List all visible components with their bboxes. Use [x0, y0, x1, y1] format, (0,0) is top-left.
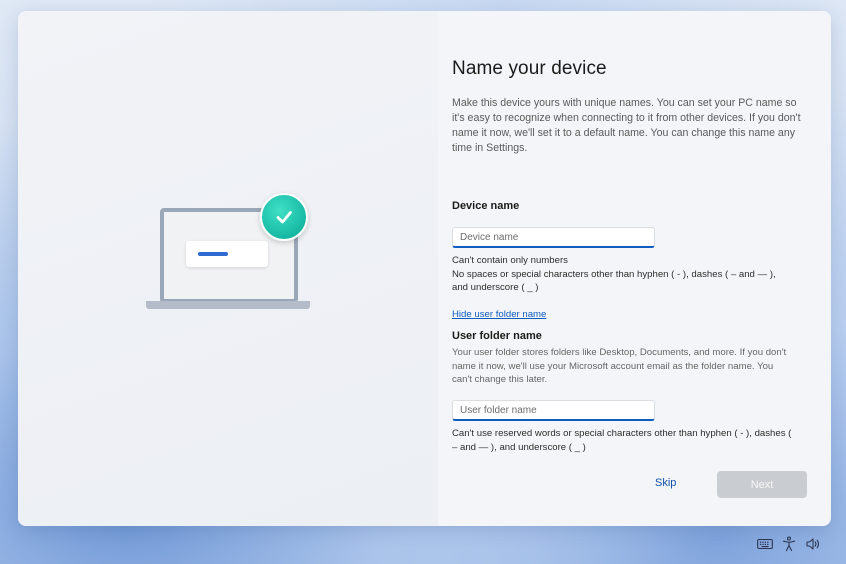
keyboard-icon[interactable]: [756, 535, 774, 553]
device-name-hint-line2: No spaces or special characters other th…: [452, 268, 776, 294]
oobe-card: Name your device Make this device yours …: [18, 11, 831, 526]
device-name-input[interactable]: [452, 227, 655, 248]
laptop-base: [146, 301, 310, 309]
tray-keyboard[interactable]: [756, 535, 774, 553]
device-name-hint-line1: Can't contain only numbers: [452, 255, 568, 266]
page-title: Name your device: [452, 58, 607, 79]
skip-button[interactable]: Skip: [655, 477, 681, 489]
user-folder-label: User folder name: [452, 330, 542, 342]
illustration-panel: [18, 11, 438, 526]
device-name-label: Device name: [452, 200, 520, 212]
checkmark-icon: [276, 211, 292, 224]
laptop-screen-card: [186, 241, 268, 267]
tray-accessibility[interactable]: [780, 535, 798, 553]
tray-volume[interactable]: [804, 535, 822, 553]
page-description: Make this device yours with unique names…: [452, 97, 801, 154]
laptop-screen-bar: [198, 252, 228, 256]
next-button[interactable]: Next: [717, 471, 807, 498]
user-folder-hint: Can't use reserved words or special char…: [452, 428, 792, 453]
user-folder-input[interactable]: [452, 400, 655, 421]
check-badge-icon: [260, 193, 308, 241]
hide-user-folder-link[interactable]: Hide user folder name: [452, 309, 546, 320]
volume-icon[interactable]: [804, 535, 822, 553]
device-name-hint: Can't contain only numbers No spaces or …: [452, 254, 792, 295]
user-folder-description: Your user folder stores folders like Des…: [452, 347, 787, 385]
accessibility-icon[interactable]: [780, 535, 798, 553]
